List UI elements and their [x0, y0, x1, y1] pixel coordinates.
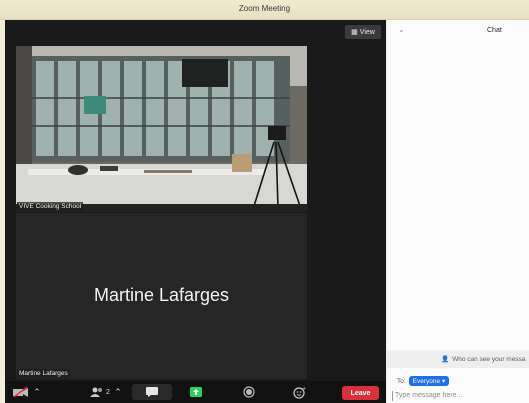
participant-label-vive: VIVE Cooking School [17, 202, 84, 211]
chat-title: Chat [487, 27, 502, 34]
reactions-icon[interactable]: + [291, 384, 307, 400]
title-bar: Zoom Meeting [0, 0, 529, 20]
recipient-dropdown[interactable]: Everyone ▾ [408, 376, 450, 386]
who-can-see-notice[interactable]: 👤 Who can see your messa [387, 350, 529, 368]
share-screen-icon[interactable] [188, 384, 204, 400]
video-tile-vive[interactable]: VIVE Cooking School [16, 46, 307, 212]
video-options-chevron-icon[interactable]: ⌃ [32, 384, 42, 400]
leave-button[interactable]: Leave [342, 386, 379, 400]
participants-count: 2 [106, 388, 110, 396]
view-button-label: View [359, 28, 375, 36]
svg-text:+: + [302, 386, 306, 392]
video-off-icon[interactable] [9, 384, 33, 400]
message-input[interactable]: Type message here... [392, 389, 527, 402]
meeting-area: ▦ View VIVE Cooking School Martine Lafar… [5, 20, 386, 403]
chevron-down-icon: ▾ [441, 378, 446, 385]
to-label: To: [397, 377, 406, 385]
window-title: Zoom Meeting [238, 4, 291, 13]
chat-button[interactable] [132, 384, 172, 400]
chat-header: ⌄ Chat [387, 20, 529, 42]
meeting-toolbar: ⌃ 2 ⌃ + Leave [5, 381, 386, 403]
message-placeholder: Type message here... [395, 392, 463, 399]
grid-icon: ▦ [351, 29, 358, 36]
chat-panel: ⌄ Chat 👤 Who can see your messa To: Ever… [387, 20, 529, 403]
kitchen-video [16, 46, 307, 212]
recipient-value: Everyone [412, 378, 441, 385]
recipient-row: To: Everyone ▾ [397, 376, 450, 386]
zoom-window: Zoom Meeting ▦ View VIVE Cooking School … [0, 0, 529, 403]
participant-name-display: Martine Lafarges [93, 285, 230, 305]
text-caret [392, 390, 393, 401]
video-tile-martine[interactable]: Martine Lafarges Martine Lafarges [16, 213, 307, 379]
who-can-see-text: Who can see your messa [452, 355, 526, 363]
chevron-down-icon[interactable]: ⌄ [398, 25, 405, 34]
participants-chevron-icon[interactable]: ⌃ [113, 384, 123, 400]
chat-icon [146, 387, 158, 397]
view-button[interactable]: ▦ View [345, 25, 381, 39]
record-icon[interactable] [241, 384, 257, 400]
participant-label-martine: Martine Lafarges [17, 369, 70, 378]
person-lock-icon: 👤 [441, 356, 450, 363]
